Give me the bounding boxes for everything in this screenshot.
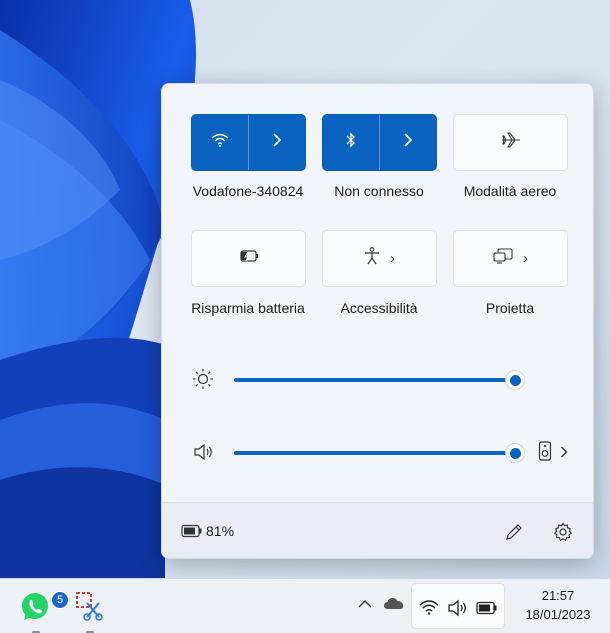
bluetooth-tile[interactable] [322, 114, 437, 171]
accessibility-tile[interactable]: › [322, 230, 437, 287]
edit-quick-settings-button[interactable] [504, 522, 524, 547]
wifi-tile-label: Vodafone-340824 [192, 183, 304, 199]
bluetooth-toggle[interactable] [323, 115, 379, 170]
battery-percentage: 81% [206, 523, 235, 539]
volume-slider-row [192, 437, 572, 467]
brightness-slider-row [192, 364, 572, 394]
battery-saver-tile[interactable] [191, 230, 306, 287]
notification-badge: 5 [51, 591, 69, 609]
onedrive-icon[interactable] [383, 595, 405, 616]
volume-slider-thumb[interactable] [505, 443, 525, 463]
brightness-slider-fill [234, 378, 515, 382]
project-tile[interactable]: › [453, 230, 568, 287]
gear-icon [553, 522, 573, 542]
taskbar-app-snipping-tool[interactable] [70, 585, 110, 633]
chevron-right-icon [560, 445, 568, 463]
project-icon [493, 248, 513, 269]
clock-time: 21:57 [541, 588, 575, 603]
taskbar: 5 21:57 18/01/2023 [0, 578, 610, 633]
volume-slider[interactable] [234, 451, 515, 455]
battery-icon[interactable] [181, 524, 203, 543]
battery-saver-icon [238, 249, 260, 268]
bluetooth-icon [346, 132, 356, 153]
brightness-slider-thumb[interactable] [505, 370, 525, 390]
clock-date: 18/01/2023 [525, 607, 591, 622]
whatsapp-icon [19, 591, 51, 628]
airplane-icon [501, 132, 521, 153]
show-hidden-icons-button[interactable] [357, 597, 373, 615]
quick-settings-footer: 81% [162, 502, 593, 558]
quick-settings-panel: Vodafone-340824 Non connesso Modalità ae… [161, 83, 594, 559]
bluetooth-expand-button[interactable] [380, 115, 436, 170]
brightness-slider[interactable] [234, 378, 515, 382]
chevron-right-icon: › [390, 250, 395, 267]
snipping-tool-icon [75, 591, 103, 626]
bluetooth-tile-label: Non connesso [334, 183, 424, 199]
speaker-icon[interactable] [193, 443, 215, 466]
brightness-icon [192, 368, 214, 395]
wifi-icon [211, 133, 229, 152]
chevron-right-icon [272, 133, 282, 152]
accessibility-icon [364, 247, 380, 270]
pencil-icon [506, 524, 522, 540]
wifi-toggle[interactable] [192, 115, 248, 170]
audio-device-icon [538, 441, 552, 466]
settings-button[interactable] [553, 522, 573, 547]
project-tile-label: Proietta [485, 300, 535, 316]
battery-icon [476, 601, 498, 620]
airplane-mode-tile[interactable] [453, 114, 568, 171]
wifi-tile[interactable] [191, 114, 306, 171]
battery-saver-tile-label: Risparmia batteria [191, 300, 305, 316]
chevron-right-icon [403, 133, 413, 152]
audio-output-button[interactable] [538, 441, 568, 466]
chevron-up-icon [358, 600, 372, 608]
quick-settings-tray-button[interactable] [411, 583, 505, 629]
wifi-expand-button[interactable] [249, 115, 305, 170]
airplane-mode-tile-label: Modalità aereo [463, 183, 557, 199]
volume-slider-fill [234, 451, 515, 455]
speaker-icon [447, 599, 469, 622]
wifi-icon [419, 599, 439, 620]
chevron-right-icon: › [523, 250, 528, 267]
taskbar-app-whatsapp[interactable]: 5 [14, 585, 69, 633]
accessibility-tile-label: Accessibilità [340, 300, 418, 316]
